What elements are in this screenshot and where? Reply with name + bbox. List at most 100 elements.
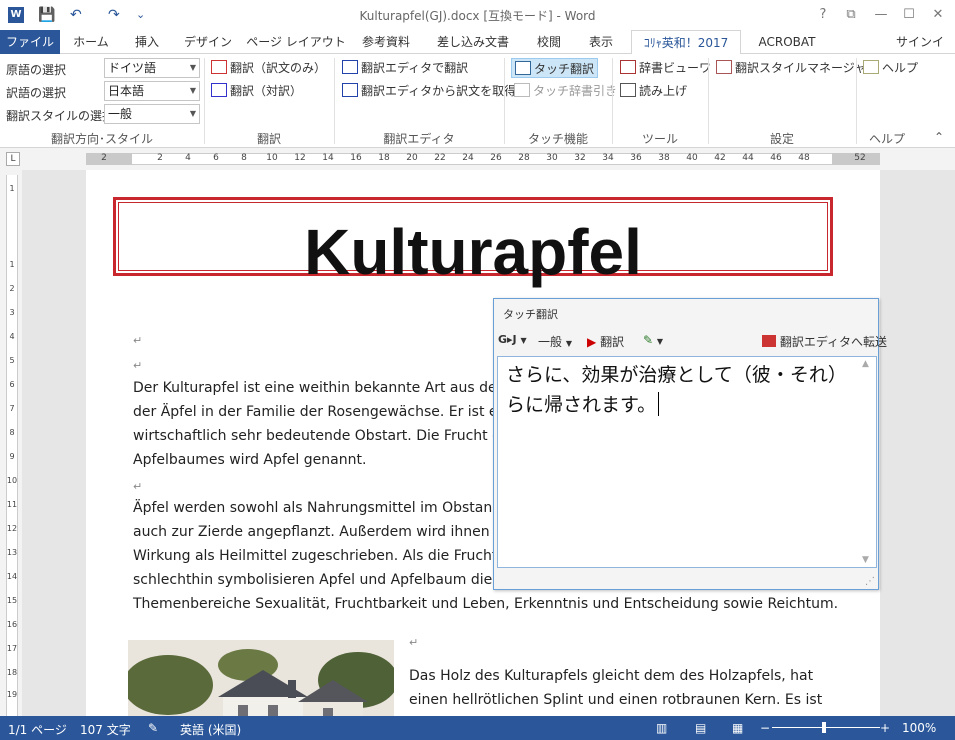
- dict-viewer-label: 辞書ビューワ: [639, 61, 712, 75]
- tab-page-layout[interactable]: ページ レイアウト: [244, 30, 348, 54]
- ruler-number: 32: [574, 153, 586, 163]
- touch-translate-popup[interactable]: タッチ翻訳 G▸J ▼ 一般 ▼ ▶ 翻訳 ✎ ▼ 翻訳エディタへ転送 さらに、…: [493, 298, 887, 590]
- target-lang-select[interactable]: 日本語 ▼: [104, 81, 200, 101]
- paragraph-mark: ↵: [133, 480, 143, 493]
- popup-scrollbar[interactable]: ▲ ▼: [862, 359, 876, 565]
- touch-translate-button[interactable]: タッチ翻訳: [511, 58, 599, 78]
- body-line[interactable]: schlechthin symbolisieren Apfel und Apfe…: [133, 568, 492, 592]
- touch-dict-button[interactable]: タッチ辞書引き: [514, 81, 617, 101]
- group-label-help: ヘルプ: [868, 132, 905, 146]
- translation-output[interactable]: さらに、効果が治療として（彼・それ）らに帰されます。: [497, 356, 877, 568]
- style-manager-button[interactable]: 翻訳スタイルマネージャ: [716, 58, 866, 78]
- horizontal-ruler[interactable]: L 2 2 4 6 8 10 12 14 16 18 20 22 24 26 2…: [0, 148, 955, 170]
- body-line[interactable]: wirtschaftlich sehr bedeutende Obstart. …: [133, 424, 510, 448]
- popup-translate-button[interactable]: ▶ 翻訳: [587, 333, 624, 350]
- ruler-number: 44: [742, 153, 754, 163]
- tab-stop-selector[interactable]: L: [6, 152, 20, 166]
- scroll-down-icon[interactable]: ▼: [862, 555, 869, 565]
- tab-view[interactable]: 表示: [576, 30, 626, 54]
- ruler-number: 16: [350, 153, 362, 163]
- paragraph-mark: ↵: [409, 636, 419, 649]
- body-line[interactable]: der Äpfel in der Familie der Rosengewäch…: [133, 400, 510, 424]
- undo-icon[interactable]: ↶: [70, 6, 82, 24]
- ruler-number: 2: [101, 153, 107, 163]
- tab-insert[interactable]: 挿入: [122, 30, 172, 54]
- house-image[interactable]: [128, 640, 394, 716]
- editor-translate-button[interactable]: 翻訳エディタで翻訳: [342, 58, 468, 78]
- touch-dict-icon: [514, 83, 530, 97]
- zoom-slider-track[interactable]: [772, 727, 880, 728]
- ruler-number: 38: [658, 153, 670, 163]
- vruler-number: 1: [9, 260, 15, 269]
- ribbon-display-icon[interactable]: ⧉: [840, 5, 862, 25]
- scroll-up-icon[interactable]: ▲: [862, 359, 876, 369]
- document-title[interactable]: Kulturapfel: [113, 216, 833, 288]
- translate-pair-icon: [211, 83, 227, 97]
- print-layout-icon[interactable]: ▤: [695, 721, 706, 735]
- popup-tool-dropdown[interactable]: ✎ ▼: [643, 333, 663, 347]
- resize-grip-icon[interactable]: ⋰: [865, 576, 875, 587]
- body-line[interactable]: Wirkung als Heilmittel zugeschrieben. Al…: [133, 544, 497, 568]
- zoom-level[interactable]: 100%: [902, 721, 936, 735]
- vruler-number: 11: [6, 500, 18, 509]
- close-button[interactable]: ✕: [927, 5, 949, 25]
- chevron-down-icon: ▼: [189, 109, 196, 118]
- signin-link[interactable]: サインイン: [896, 30, 955, 73]
- language-indicator[interactable]: 英語 (米国): [180, 721, 241, 738]
- save-icon[interactable]: 💾: [38, 6, 55, 24]
- source-lang-label: 原語の選択: [6, 63, 67, 77]
- tab-file[interactable]: ファイル: [0, 30, 60, 54]
- translate-only-button[interactable]: 翻訳（訳文のみ）: [211, 58, 326, 78]
- zoom-out-icon[interactable]: −: [760, 721, 770, 735]
- popup-style-label: 一般: [538, 335, 563, 349]
- transfer-to-editor-button[interactable]: 翻訳エディタへ転送: [762, 333, 887, 350]
- collapse-ribbon-icon[interactable]: ⌃: [934, 130, 944, 144]
- tab-design[interactable]: デザイン: [177, 30, 239, 54]
- group-label-direction: 翻訳方向･スタイル: [50, 132, 153, 146]
- tab-korya[interactable]: ｺﾘｬ英和！2017: [631, 30, 741, 55]
- help-icon[interactable]: ?: [812, 5, 834, 25]
- tab-acrobat[interactable]: ACROBAT: [746, 30, 828, 54]
- help-button[interactable]: ヘルプ: [863, 58, 918, 78]
- editor-fetch-button[interactable]: 翻訳エディタから訳文を取得: [342, 81, 516, 101]
- word-app-icon[interactable]: W: [8, 7, 24, 23]
- ruler-number: 10: [266, 153, 278, 163]
- vruler-number: 5: [9, 356, 15, 365]
- page-count[interactable]: 1/1 ページ: [8, 721, 67, 738]
- title-bar: W 💾 ↶ ↷ ⌄ Kulturapfel(GJ).docx [互換モード] -…: [0, 0, 955, 30]
- tab-home[interactable]: ホーム: [65, 30, 117, 54]
- tab-references[interactable]: 参考資料: [353, 30, 419, 54]
- body-line[interactable]: Der Kulturapfel ist eine weithin bekannt…: [133, 376, 502, 400]
- zoom-slider-knob[interactable]: [822, 722, 826, 733]
- direction-dropdown[interactable]: G▸J ▼: [498, 333, 527, 346]
- read-mode-icon[interactable]: ▥: [656, 721, 667, 735]
- web-layout-icon[interactable]: ▦: [732, 721, 743, 735]
- redo-icon[interactable]: ↷: [108, 6, 120, 24]
- proofing-icon[interactable]: ✎: [148, 721, 158, 735]
- ruler-number: 28: [518, 153, 530, 163]
- editor-icon: [342, 60, 358, 74]
- vruler-number: 13: [6, 548, 18, 557]
- style-select[interactable]: 一般 ▼: [104, 104, 200, 124]
- status-bar: 1/1 ページ 107 文字 ✎ 英語 (米国) ▥ ▤ ▦ − + 100%: [0, 716, 955, 740]
- body-line[interactable]: Themenbereiche Sexualität, Fruchtbarkeit…: [133, 592, 838, 616]
- body-line[interactable]: einen hellrötlichen Splint und einen rot…: [409, 688, 822, 712]
- ruler-number: 8: [241, 153, 247, 163]
- tab-review[interactable]: 校閲: [527, 30, 571, 54]
- minimize-button[interactable]: —: [870, 5, 892, 25]
- customize-qa-icon[interactable]: ⌄: [136, 6, 145, 24]
- body-line[interactable]: auch zur Zierde angepflanzt. Außerdem wi…: [133, 520, 503, 544]
- zoom-in-icon[interactable]: +: [880, 721, 890, 735]
- translate-pair-button[interactable]: 翻訳（対訳）: [211, 81, 302, 101]
- tab-mailings[interactable]: 差し込み文書: [424, 30, 522, 54]
- vertical-ruler[interactable]: 1 1 2 3 4 5 6 7 8 9 10 11 12 13 14 15 16…: [0, 170, 22, 716]
- popup-style-dropdown[interactable]: 一般 ▼: [538, 333, 572, 350]
- maximize-button[interactable]: ☐: [898, 5, 920, 25]
- body-line[interactable]: Äpfel werden sowohl als Nahrungsmittel i…: [133, 496, 510, 520]
- dict-viewer-button[interactable]: 辞書ビューワ: [620, 58, 711, 78]
- word-count[interactable]: 107 文字: [80, 721, 131, 738]
- read-aloud-button[interactable]: 読み上げ: [620, 81, 687, 101]
- source-lang-select[interactable]: ドイツ語 ▼: [104, 58, 200, 78]
- body-line[interactable]: Das Holz des Kulturapfels gleicht dem de…: [409, 664, 813, 688]
- body-line[interactable]: Apfelbaumes wird Apfel genannt.: [133, 448, 366, 472]
